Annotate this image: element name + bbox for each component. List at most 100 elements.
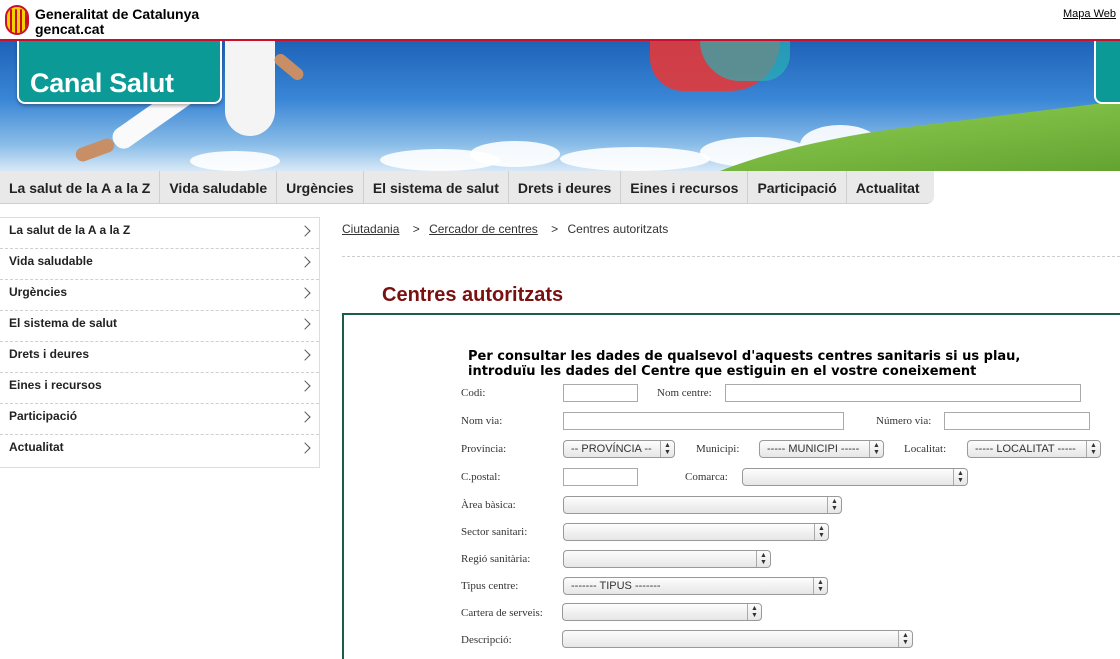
breadcrumb-ciutadania-link[interactable]: Ciutadania	[342, 222, 399, 236]
cartera-serveis-select[interactable]: ▲ ▼	[562, 603, 762, 621]
chevron-right-icon	[299, 318, 311, 330]
select-arrows-icon: ▲ ▼	[814, 524, 828, 540]
breadcrumb-current: Centres autoritzats	[567, 222, 669, 236]
provincia-label: Província:	[461, 443, 507, 455]
search-form: Per consultar les dades de qualsevol d'a…	[342, 313, 1120, 659]
chevron-right-icon	[299, 411, 311, 423]
select-arrows-icon: ▲ ▼	[827, 497, 841, 513]
cpostal-input[interactable]	[563, 468, 638, 486]
chevron-right-icon	[299, 442, 311, 454]
localitat-select[interactable]: ----- LOCALITAT ----- ▲ ▼	[967, 440, 1101, 458]
foot-image	[73, 136, 117, 164]
chevron-right-icon	[299, 287, 311, 299]
generalitat-logo-icon[interactable]	[5, 5, 29, 35]
jumping-person-image	[225, 41, 275, 136]
chevron-right-icon	[299, 225, 311, 237]
numero-via-label: Número via:	[876, 415, 932, 427]
select-arrows-icon: ▲ ▼	[747, 604, 761, 620]
sidebar-item-label: El sistema de salut	[9, 316, 118, 330]
nom-via-input[interactable]	[563, 412, 844, 430]
form-intro-line: introduïu les dades del Centre que estig…	[468, 364, 977, 379]
tipus-centre-select[interactable]: ------- TIPUS ------- ▲ ▼	[563, 577, 828, 595]
comarca-label: Comarca:	[685, 471, 728, 483]
cpostal-label: C.postal:	[461, 471, 501, 483]
nav-item-actualitat[interactable]: Actualitat	[847, 171, 934, 204]
sidebar-item-sistema-salut[interactable]: El sistema de salut	[0, 311, 319, 342]
codi-label: Codi:	[461, 387, 486, 399]
provincia-selected: -- PROVÍNCIA --	[571, 443, 652, 455]
sidebar-item-label: Eines i recursos	[9, 378, 102, 392]
descripcio-label: Descripció:	[461, 634, 512, 646]
sidebar-item-participacio[interactable]: Participació	[0, 404, 319, 435]
nav-item-vida-saludable[interactable]: Vida saludable	[160, 171, 278, 204]
select-arrows-icon: ▲ ▼	[660, 441, 674, 457]
sidebar-item-actualitat[interactable]: Actualitat	[0, 435, 319, 466]
sidebar-item-label: La salut de la A a la Z	[9, 223, 131, 237]
select-arrows-icon: ▲ ▼	[898, 631, 912, 647]
chevron-right-icon	[299, 380, 311, 392]
tipus-centre-label: Tipus centre:	[461, 580, 519, 592]
sector-sanitari-select[interactable]: ▲ ▼	[563, 523, 829, 541]
comarca-select[interactable]: ▲ ▼	[742, 468, 968, 486]
provincia-select[interactable]: -- PROVÍNCIA -- ▲ ▼	[563, 440, 675, 458]
form-intro: Per consultar les dades de qualsevol d'a…	[468, 349, 1020, 379]
sidebar-item-urgencies[interactable]: Urgències	[0, 280, 319, 311]
sidebar-item-drets-deures[interactable]: Drets i deures	[0, 342, 319, 373]
select-arrows-icon: ▲ ▼	[1086, 441, 1100, 457]
nom-centre-label: Nom centre:	[657, 387, 712, 399]
chevron-right-icon	[299, 349, 311, 361]
foot-image	[272, 51, 306, 83]
select-arrows-icon: ▲ ▼	[869, 441, 883, 457]
site-map-link[interactable]: Mapa Web	[1063, 8, 1116, 20]
select-arrows-icon: ▲ ▼	[756, 551, 770, 567]
cartera-serveis-label: Cartera de serveis:	[461, 607, 543, 619]
municipi-select[interactable]: ----- MUNICIPI ----- ▲ ▼	[759, 440, 884, 458]
hero-banner: Canal Salut	[0, 41, 1120, 171]
localitat-selected: ----- LOCALITAT -----	[975, 443, 1076, 455]
codi-input[interactable]	[563, 384, 638, 402]
secondary-logo-tab[interactable]	[1094, 41, 1120, 104]
area-basica-label: Àrea bàsica:	[461, 499, 516, 511]
descripcio-select[interactable]: ▲ ▼	[562, 630, 913, 648]
area-basica-select[interactable]: ▲ ▼	[563, 496, 842, 514]
sidebar-item-label: Vida saludable	[9, 254, 93, 268]
nom-centre-input[interactable]	[725, 384, 1081, 402]
sidebar-item-label: Drets i deures	[9, 347, 90, 361]
nav-item-eines-recursos[interactable]: Eines i recursos	[621, 171, 749, 204]
select-arrows-icon: ▲ ▼	[953, 469, 967, 485]
breadcrumb-cercador-link[interactable]: Cercador de centres	[429, 222, 538, 236]
sidebar-item-salut-a-z[interactable]: La salut de la A a la Z	[0, 218, 319, 249]
sidebar-menu: La salut de la A a la Z Vida saludable U…	[0, 217, 320, 468]
nav-item-participacio[interactable]: Participació	[748, 171, 847, 204]
breadcrumb-separator: >	[551, 222, 559, 236]
sidebar-item-label: Participació	[9, 409, 78, 423]
nav-item-sistema-salut[interactable]: El sistema de salut	[364, 171, 509, 204]
page-title: Centres autoritzats	[382, 284, 564, 306]
main-navigation: La salut de la A a la Z Vida saludable U…	[0, 171, 1120, 207]
org-name[interactable]: Generalitat de Catalunya	[35, 7, 199, 21]
chevron-right-icon	[299, 256, 311, 268]
regio-sanitaria-label: Regió sanitària:	[461, 553, 531, 565]
top-bar: Generalitat de Catalunya gencat.cat Mapa…	[0, 0, 1120, 41]
municipi-selected: ----- MUNICIPI -----	[767, 443, 860, 455]
nav-item-drets-deures[interactable]: Drets i deures	[509, 171, 622, 204]
localitat-label: Localitat:	[904, 443, 947, 455]
tipus-centre-selected: ------- TIPUS -------	[571, 580, 661, 592]
sector-sanitari-label: Sector sanitari:	[461, 526, 528, 538]
numero-via-input[interactable]	[944, 412, 1090, 430]
sidebar-item-label: Actualitat	[9, 440, 64, 454]
org-url[interactable]: gencat.cat	[35, 22, 104, 36]
regio-sanitaria-select[interactable]: ▲ ▼	[563, 550, 771, 568]
content-divider	[342, 256, 1120, 257]
sidebar-item-vida-saludable[interactable]: Vida saludable	[0, 249, 319, 280]
sidebar-item-eines-recursos[interactable]: Eines i recursos	[0, 373, 319, 404]
canal-salut-title[interactable]: Canal Salut	[30, 68, 174, 99]
select-arrows-icon: ▲ ▼	[813, 578, 827, 594]
nav-item-urgencies[interactable]: Urgències	[277, 171, 364, 204]
municipi-label: Municipi:	[696, 443, 740, 455]
nav-item-salut-a-z[interactable]: La salut de la A a la Z	[0, 171, 161, 204]
nom-via-label: Nom via:	[461, 415, 503, 427]
breadcrumb: Ciutadania > Cercador de centres > Centr…	[342, 222, 668, 236]
breadcrumb-separator: >	[412, 222, 420, 236]
sidebar-item-label: Urgències	[9, 285, 68, 299]
